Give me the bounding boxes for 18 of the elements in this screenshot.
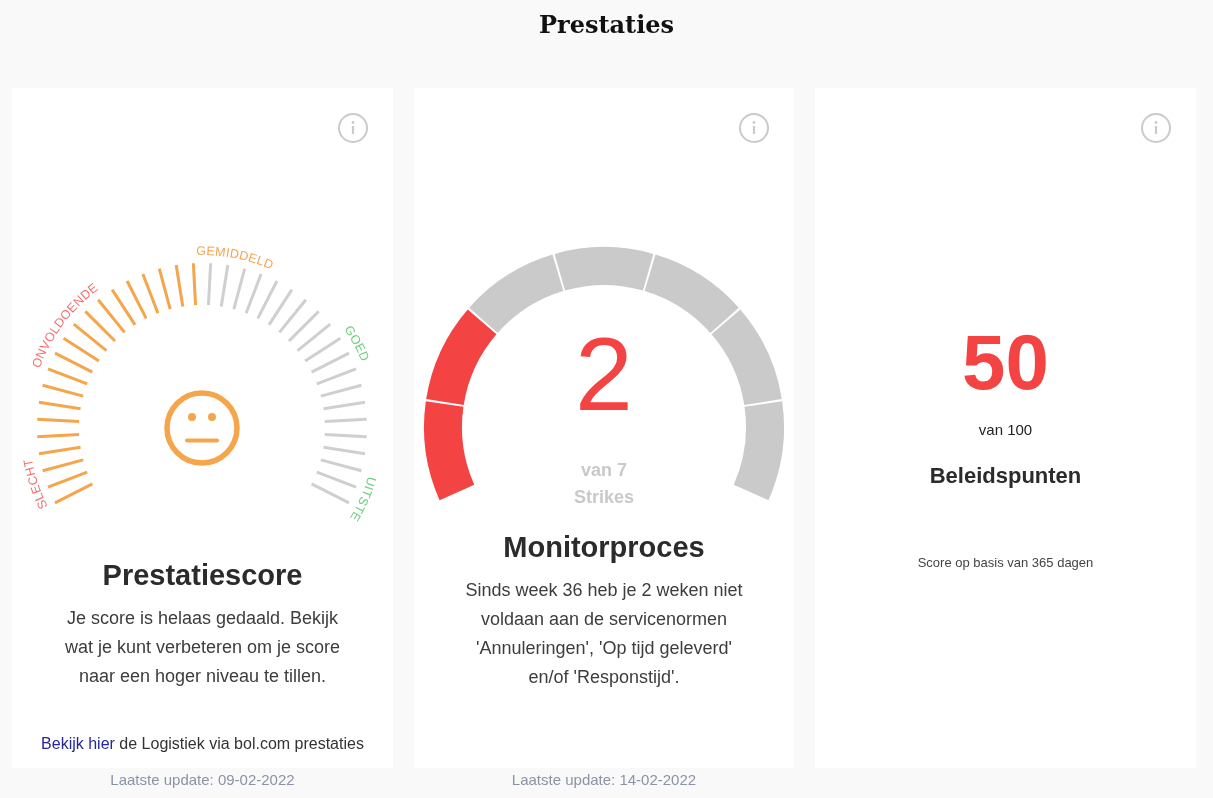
score-caption: van 100 bbox=[978, 420, 1033, 440]
card-title: Monitorproces bbox=[503, 530, 705, 564]
last-update-text: Laatste update: 14-02-2022 bbox=[511, 770, 697, 790]
info-icon[interactable] bbox=[1141, 113, 1171, 143]
score-value: 50 bbox=[962, 322, 1049, 402]
info-icon[interactable] bbox=[338, 113, 368, 143]
score-note: Score op basis van 365 dagen bbox=[917, 554, 1094, 572]
neutral-face-icon bbox=[164, 390, 240, 466]
last-update-text: Laatste update: 09-02-2022 bbox=[110, 770, 295, 790]
link[interactable]: Bekijk hier bbox=[41, 735, 115, 752]
strike-count: 2 bbox=[575, 316, 633, 432]
card-description: Je score is helaas gedaald. Bekijk wat je kunt verbeteren om je score naar een hoger niveau te tillen. bbox=[63, 607, 342, 688]
page-title: Prestaties bbox=[538, 9, 675, 41]
card-description: Sinds week 36 heb je 2 weken niet voldaan aan de servicenormen 'Annuleringen', 'Op tijd geleverd' en/of 'Responstijd'. bbox=[464, 579, 744, 689]
card-title: Beleidspunten bbox=[929, 462, 1082, 490]
footer-text: Bekijk hier de Logistiek via bol.com prestaties bbox=[41, 734, 364, 754]
info-icon[interactable] bbox=[739, 113, 769, 143]
card-title: Prestatiescore bbox=[102, 558, 303, 592]
